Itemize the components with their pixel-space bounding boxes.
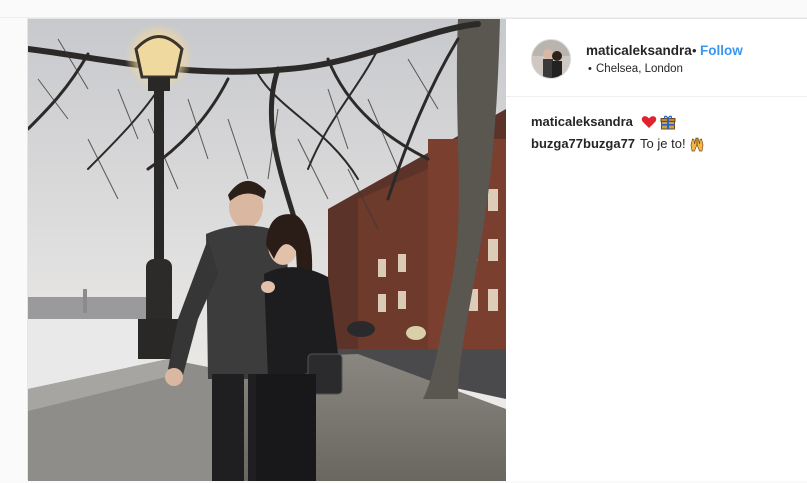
location-bullet: • (588, 63, 592, 75)
user-avatar[interactable] (531, 39, 571, 79)
follow-button[interactable]: Follow (700, 43, 743, 58)
raising-hands-icon (690, 137, 703, 152)
comments-list: maticaleksandra buzga77buzga77 To je to! (531, 111, 801, 155)
comment-text: To je to! (640, 136, 686, 151)
post-location[interactable]: Chelsea, London (596, 63, 683, 75)
comment-username[interactable]: buzga77buzga77 (531, 133, 635, 155)
comment-username[interactable]: maticaleksandra (531, 111, 633, 133)
comment-item: buzga77buzga77 To je to! (531, 133, 801, 155)
post-photo-image (28, 19, 506, 481)
post-card: maticaleksandra • Follow • Chelsea, Lond… (27, 18, 807, 481)
header-separator: • (692, 43, 697, 58)
post-header: maticaleksandra • Follow • Chelsea, Lond… (506, 19, 807, 97)
post-photo[interactable] (28, 19, 506, 481)
gift-icon (660, 115, 676, 130)
post-sidebar: maticaleksandra • Follow • Chelsea, Lond… (506, 19, 807, 481)
post-username[interactable]: maticaleksandra (586, 43, 692, 58)
avatar-image (532, 40, 570, 78)
comment-item: maticaleksandra (531, 111, 801, 133)
red-heart-icon (641, 116, 657, 128)
top-bar (0, 0, 807, 18)
